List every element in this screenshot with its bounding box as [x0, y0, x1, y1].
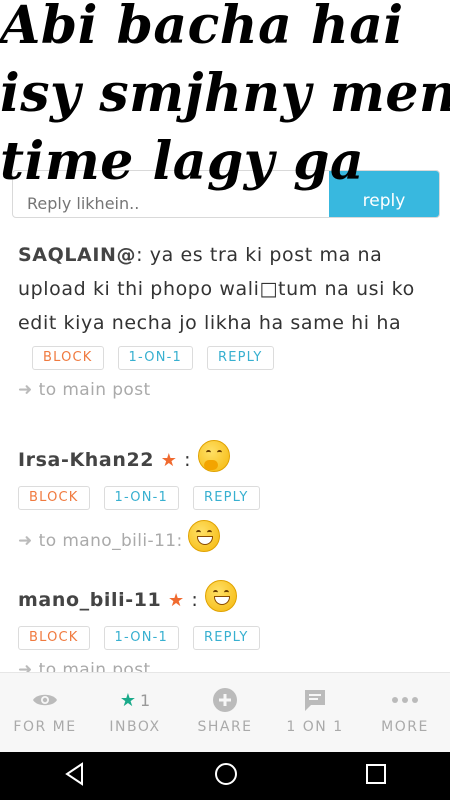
nav-one-on-one-label: 1 ON 1 — [286, 719, 344, 735]
eye-icon — [0, 683, 90, 717]
comment-colon: : — [184, 449, 192, 471]
to-parent-label: to mano_bili-11: — [38, 531, 183, 551]
to-main-post-label: to main post — [38, 380, 151, 400]
arrow-right-icon: ➜ — [18, 531, 33, 551]
comment-item: mano_bili-11 ★ : BLOCK 1-ON-1 REPLY ➜ to ma… — [18, 580, 442, 680]
comment-item: Irsa-Khan22 ★ : BLOCK 1-ON-1 REPLY ➜ to man… — [18, 440, 442, 552]
giggle-emoji-icon — [197, 440, 230, 472]
inbox-indicator: ★ 1 — [90, 683, 180, 717]
caption-line-3: time lagy ga — [0, 131, 365, 192]
add-circle-icon — [180, 683, 270, 717]
star-icon: ★ — [168, 590, 185, 611]
to-parent-comment-link[interactable]: ➜ to mano_bili-11: — [18, 520, 442, 552]
comment-author[interactable]: mano_bili-11 — [18, 589, 161, 611]
back-icon[interactable] — [62, 761, 88, 791]
comment-actions: BLOCK 1-ON-1 REPLY — [18, 486, 442, 510]
nav-more-label: MORE — [381, 719, 429, 735]
nav-inbox[interactable]: ★ 1 INBOX — [90, 673, 180, 753]
nav-for-me-label: FOR ME — [13, 719, 77, 735]
nav-one-on-one[interactable]: 1 ON 1 — [270, 673, 360, 753]
reply-button[interactable]: REPLY — [193, 626, 260, 650]
block-button[interactable]: BLOCK — [18, 486, 90, 510]
one-on-one-button[interactable]: 1-ON-1 — [103, 486, 179, 510]
one-on-one-button[interactable]: 1-ON-1 — [117, 345, 193, 370]
caption-line-1: Abi bacha hai — [0, 0, 404, 56]
block-button[interactable]: BLOCK — [32, 345, 104, 370]
reply-button[interactable]: REPLY — [207, 345, 274, 370]
arrow-right-icon: ➜ — [18, 380, 33, 400]
reply-button[interactable]: REPLY — [193, 486, 260, 510]
recents-icon[interactable] — [364, 762, 388, 790]
chat-bubble-icon — [270, 683, 360, 717]
comment-header: mano_bili-11 ★ : — [18, 580, 442, 618]
comment-author[interactable]: Irsa-Khan22 — [18, 449, 154, 471]
caption-line-2: isy smjhny men — [0, 63, 450, 124]
nav-share-label: SHARE — [197, 719, 253, 735]
nav-share[interactable]: SHARE — [180, 673, 270, 753]
nav-inbox-label: INBOX — [109, 719, 161, 735]
comment-colon: : — [191, 589, 199, 611]
system-navigation-bar — [0, 752, 450, 800]
to-main-post-link[interactable]: ➜ to main post — [18, 380, 442, 400]
star-icon: ★ — [119, 689, 136, 711]
comment-item: SAQLAIN@: ya es tra ki post ma na upload… — [18, 238, 442, 400]
inbox-count: 1 — [139, 690, 151, 710]
star-icon: ★ — [160, 450, 178, 471]
grinning-emoji-icon — [205, 580, 238, 612]
bottom-navigation: FOR ME ★ 1 INBOX SHARE 1 ON 1 MORE — [0, 672, 450, 753]
meme-caption: Abi bacha hai isy smjhny men time lagy g… — [0, 0, 450, 196]
nav-for-me[interactable]: FOR ME — [0, 673, 90, 753]
nav-more[interactable]: MORE — [360, 673, 450, 753]
comment-header: Irsa-Khan22 ★ : — [18, 440, 442, 478]
block-button[interactable]: BLOCK — [18, 626, 90, 650]
one-on-one-button[interactable]: 1-ON-1 — [103, 626, 179, 650]
comment-actions: BLOCK 1-ON-1 REPLY — [18, 626, 442, 650]
more-dots-icon — [360, 683, 450, 717]
grinning-emoji-icon — [188, 520, 221, 552]
comment-body: SAQLAIN@: ya es tra ki post ma na upload… — [18, 238, 442, 374]
comment-author[interactable]: SAQLAIN@ — [18, 244, 136, 266]
home-icon[interactable] — [213, 761, 239, 791]
